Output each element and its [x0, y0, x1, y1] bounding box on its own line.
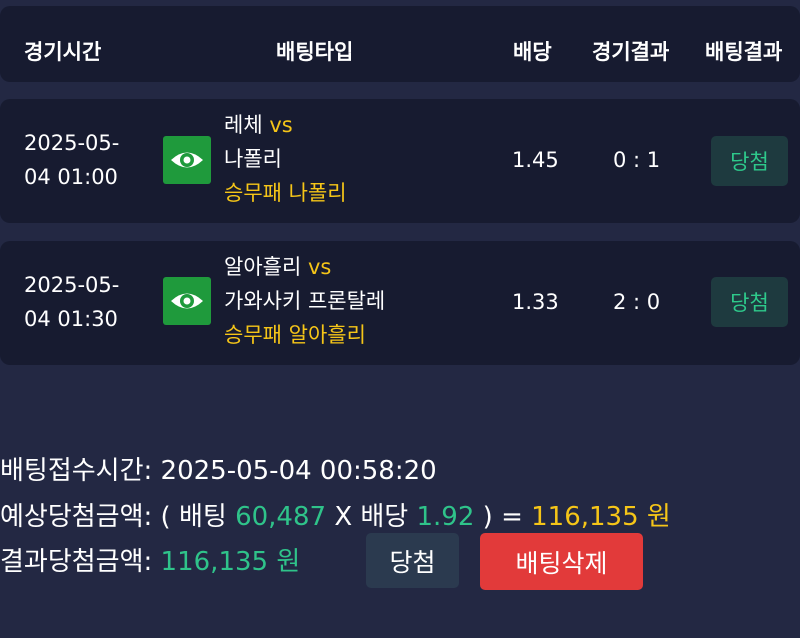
match-time: 04 01:00 [24, 165, 118, 189]
bet-result-badge: 당첨 [711, 277, 788, 327]
home-team-line: 레체 vs [224, 108, 347, 142]
match-score: 2 : 0 [613, 290, 661, 314]
bet-history-page: 경기시간 배팅타입 배당 경기결과 배팅결과 2025-05- 04 01:00… [0, 0, 800, 638]
expected-winnings: 예상당첨금액: ( 배팅 60,487 X 배당 1.92 ) = 116,13… [0, 496, 671, 533]
home-team: 알아흘리 [224, 255, 302, 279]
away-team: 나폴리 [224, 147, 282, 171]
odds-value: 1.45 [512, 148, 559, 172]
received-value: 2025-05-04 00:58:20 [160, 456, 437, 486]
delete-bet-button[interactable]: 배팅삭제 [480, 533, 643, 590]
match-date: 2025-05- [24, 131, 120, 155]
vs-label: vs [307, 255, 332, 279]
match-teams: 알아흘리 vs 가와사키 프론탈레 승무패 알아흘리 [224, 250, 385, 352]
header-odds: 배당 [513, 40, 552, 64]
match-teams: 레체 vs 나폴리 승무패 나폴리 [224, 108, 347, 210]
header-bet-result: 배팅결과 [705, 40, 783, 64]
bet-result-badge: 당첨 [711, 136, 788, 186]
bet-pick: 승무패 나폴리 [224, 181, 347, 205]
match-datetime: 2025-05- 04 01:00 [24, 126, 134, 194]
match-datetime: 2025-05- 04 01:30 [24, 268, 134, 336]
view-details-button[interactable] [163, 277, 211, 325]
result-winnings: 결과당첨금액: 116,135 원 [0, 541, 300, 578]
home-team-line: 알아흘리 vs [224, 250, 385, 284]
match-score: 0 : 1 [613, 148, 661, 172]
match-time: 04 01:30 [24, 307, 118, 331]
header-match-result: 경기결과 [592, 40, 670, 64]
eye-icon [171, 152, 203, 168]
odds-value: 1.33 [512, 290, 559, 314]
table-header: 경기시간 배팅타입 배당 경기결과 배팅결과 [0, 6, 800, 82]
expected-label: 예상당첨금액: [0, 502, 153, 532]
bet-pick: 승무패 알아흘리 [224, 323, 366, 347]
bet-received-time: 배팅접수시간: 2025-05-04 00:58:20 [0, 450, 437, 487]
view-details-button[interactable] [163, 136, 211, 184]
header-bet-type: 배팅타입 [276, 40, 354, 64]
total-odds: 1.92 [416, 502, 475, 532]
eye-icon [171, 293, 203, 309]
open-paren-stake-label: ( 배팅 [160, 502, 227, 532]
expected-amount: 116,135 원 [531, 502, 671, 532]
result-label: 결과당첨금액: [0, 547, 153, 577]
stake-amount: 60,487 [235, 502, 327, 532]
times-odds-label: X 배당 [334, 502, 409, 532]
bet-row: 2025-05- 04 01:00 레체 vs 나폴리 승무패 나폴리 1.45… [0, 99, 800, 223]
win-status-button[interactable]: 당첨 [366, 533, 459, 588]
match-date: 2025-05- [24, 273, 120, 297]
received-label: 배팅접수시간: [0, 456, 153, 486]
close-equals: ) = [482, 502, 523, 532]
result-amount: 116,135 원 [160, 547, 301, 577]
bet-row: 2025-05- 04 01:30 알아흘리 vs 가와사키 프론탈레 승무패 … [0, 241, 800, 365]
home-team: 레체 [224, 113, 263, 137]
vs-label: vs [269, 113, 293, 137]
away-team: 가와사키 프론탈레 [224, 289, 386, 313]
header-match-time: 경기시간 [24, 40, 102, 64]
